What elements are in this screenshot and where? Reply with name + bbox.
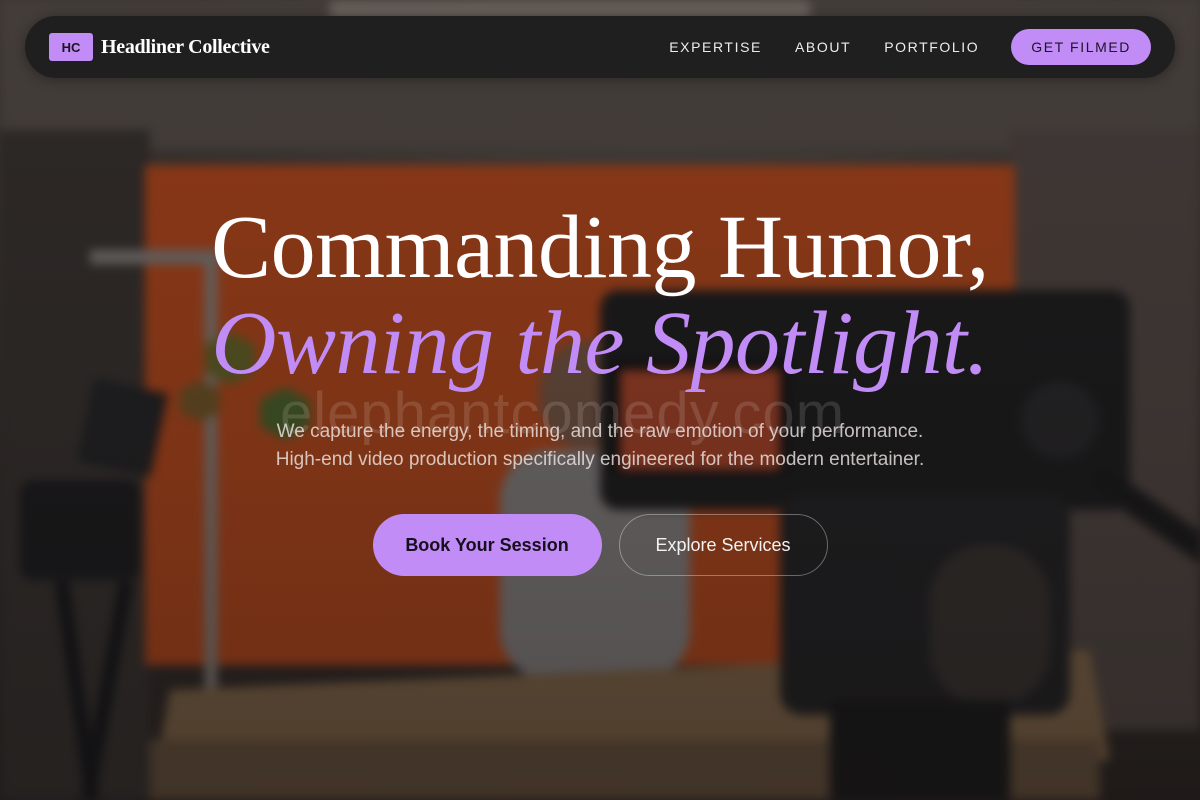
hero-title-line-2: Owning the Spotlight. — [211, 294, 990, 393]
nav-link-expertise[interactable]: EXPERTISE — [669, 39, 762, 55]
hero-section: Commanding Humor, Owning the Spotlight. … — [0, 200, 1200, 576]
hero-subtitle: We capture the energy, the timing, and t… — [275, 421, 925, 470]
hero-actions: Book Your Session Explore Services — [0, 514, 1200, 576]
nav-link-about[interactable]: ABOUT — [795, 39, 851, 55]
book-session-button[interactable]: Book Your Session — [372, 514, 602, 576]
explore-services-button[interactable]: Explore Services — [618, 514, 828, 576]
hero-title-line-1: Commanding Humor, — [211, 198, 989, 297]
get-filmed-button[interactable]: GET FILMED — [1011, 29, 1151, 65]
brand-name: Headliner Collective — [101, 35, 270, 58]
nav-links: EXPERTISE ABOUT PORTFOLIO GET FILMED — [669, 29, 1151, 65]
hero-title: Commanding Humor, Owning the Spotlight. — [0, 200, 1200, 392]
top-navbar: HC Headliner Collective EXPERTISE ABOUT … — [25, 16, 1175, 78]
brand-logo[interactable]: HC Headliner Collective — [49, 33, 270, 61]
brand-badge: HC — [49, 33, 93, 61]
nav-link-portfolio[interactable]: PORTFOLIO — [884, 39, 979, 55]
